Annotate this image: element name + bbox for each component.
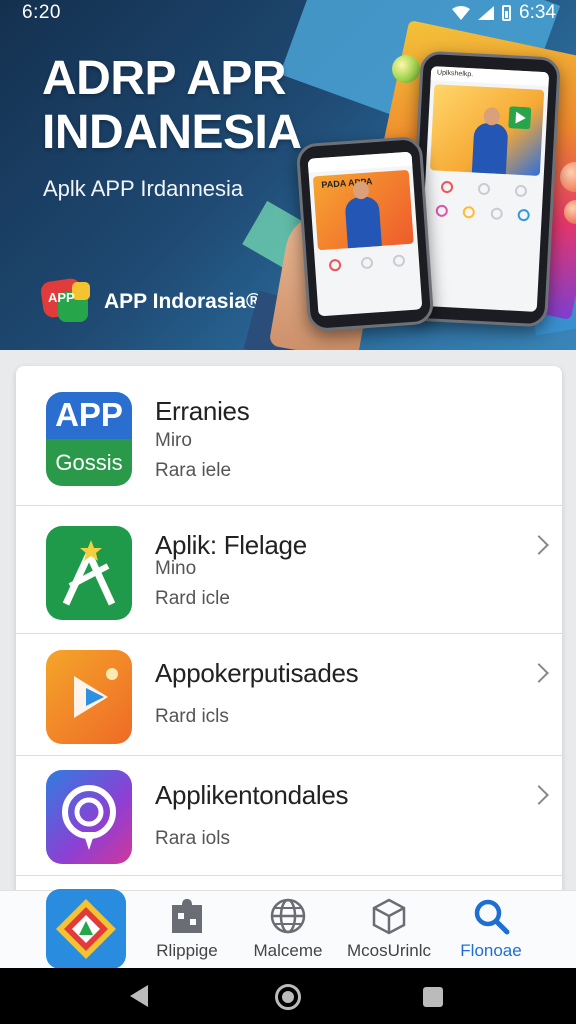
app-subtitle: Miro xyxy=(155,430,192,451)
status-time: 6:20 xyxy=(22,2,61,23)
nav-item-rlippige[interactable]: Rlippige xyxy=(132,897,242,961)
app-title: Erranies xyxy=(155,396,250,426)
home-app-icon[interactable] xyxy=(46,889,126,969)
signal-icon xyxy=(478,6,495,20)
app-gossis-icon: APP Gossis xyxy=(46,392,132,486)
nav-item-malceme[interactable]: Malceme xyxy=(233,897,343,961)
brand-name: APP Indorasia® xyxy=(104,290,262,313)
app-meta: Rara iele xyxy=(155,460,232,481)
recents-icon[interactable] xyxy=(423,987,443,1007)
back-icon[interactable] xyxy=(130,985,148,1007)
app-location-icon xyxy=(46,770,132,864)
brand: APP APP Indorasia® xyxy=(39,277,262,324)
hero-title-line2: INDANESIA xyxy=(42,106,302,159)
wifi-icon xyxy=(452,6,471,20)
app-title: Appokerputisades xyxy=(155,658,359,688)
nav-label: Rlippige xyxy=(156,941,218,960)
bottom-nav: Rlippige Malceme McosUrinlc Flonoae xyxy=(0,889,576,969)
play-icon xyxy=(508,106,532,130)
app-meta: Rard icle xyxy=(155,588,230,609)
status-bar: 6:20 6:34 xyxy=(0,0,576,26)
icon-text-top: APP xyxy=(55,396,123,433)
decor-ball xyxy=(392,55,420,83)
brand-logo: APP xyxy=(39,277,96,324)
nav-item-flonoae[interactable]: Flonoae xyxy=(436,897,546,961)
app-list: APP Gossis Erranies Miro Rara iele Aplik… xyxy=(16,366,562,906)
hero-subtitle: Aplk APP Irdannesia xyxy=(43,176,244,201)
chevron-right-icon[interactable] xyxy=(529,663,549,683)
app-arrow-icon xyxy=(46,526,132,620)
hero-banner[interactable]: 6:20 6:34 ADRP APR INDANESIA Aplk APP Ir… xyxy=(0,0,576,350)
home-icon[interactable] xyxy=(275,984,301,1010)
nav-label: Flonoae xyxy=(460,941,522,960)
nav-label: Malceme xyxy=(253,941,323,960)
nav-label: McosUrinlc xyxy=(346,941,432,960)
list-item[interactable]: APP Gossis Erranies Miro Rara iele xyxy=(16,366,562,506)
status-time-right: 6:34 xyxy=(519,2,556,23)
chevron-right-icon[interactable] xyxy=(529,785,549,805)
globe-icon xyxy=(270,898,306,934)
app-play-icon xyxy=(46,650,132,744)
app-title: Aplik: Flelage xyxy=(155,530,307,560)
search-icon xyxy=(474,899,510,935)
phone-bar-text: Uplkshelkp. xyxy=(430,66,550,87)
list-item[interactable]: Aplik: Flelage Mino Rard icle xyxy=(16,506,562,634)
app-title: Applikentondales xyxy=(155,780,349,810)
hero-title: ADRP APR INDANESIA xyxy=(42,52,342,160)
app-screen: 6:20 6:34 ADRP APR INDANESIA Aplk APP Ir… xyxy=(0,0,576,1024)
phone-illustration: PADA APPA xyxy=(295,135,435,333)
system-nav-bar xyxy=(0,968,576,1024)
brand-logo-text: APP xyxy=(48,290,75,305)
box-icon xyxy=(372,898,406,935)
puzzle-icon xyxy=(172,899,202,933)
app-meta: Rara iols xyxy=(155,828,230,849)
nav-item-mcosurinlc[interactable]: McosUrinlc xyxy=(334,897,444,961)
list-item[interactable]: Applikentondales Rara iols xyxy=(16,756,562,876)
hero-title-line1: ADRP APR xyxy=(42,52,287,105)
list-item[interactable]: Appokerputisades Rard icls xyxy=(16,634,562,756)
battery-icon xyxy=(502,5,512,21)
app-subtitle: Mino xyxy=(155,558,197,579)
app-meta: Rard icls xyxy=(155,706,229,727)
chevron-right-icon[interactable] xyxy=(529,535,549,555)
icon-text-bottom: Gossis xyxy=(55,450,123,475)
